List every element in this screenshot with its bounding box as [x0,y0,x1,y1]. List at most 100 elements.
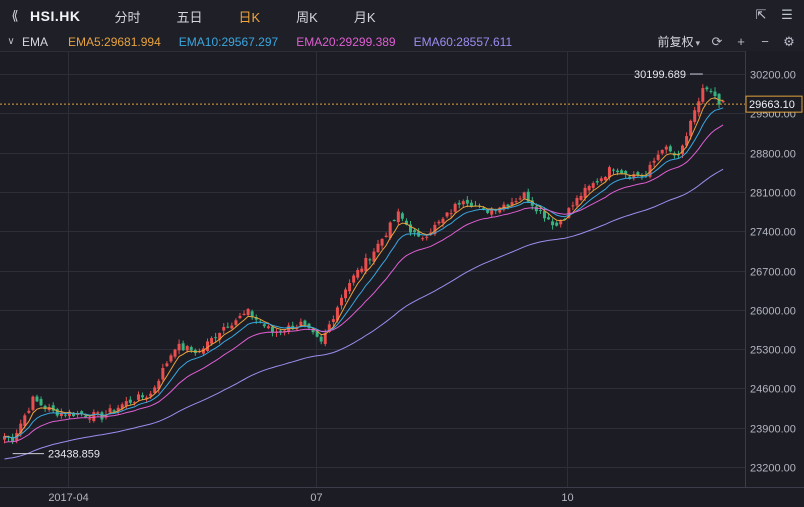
candle-body [465,199,469,204]
candle-body [437,221,441,224]
candle-body [538,209,542,211]
tab-weekly-k[interactable]: 周K [296,7,318,26]
candle-body [230,325,234,329]
candle-body [595,181,599,183]
ema5-value: EMA5:29681.994 [68,34,161,49]
candlestick-chart[interactable]: 30200.0029500.0028800.0028100.0027400.00… [0,51,804,507]
y-tick-label: 28100.00 [750,188,796,200]
candle-body [136,394,140,400]
y-tick-label: 28800.00 [750,149,796,161]
candle-body [656,154,660,160]
ema10-value: EMA10:29567.297 [178,34,279,49]
candle-body [664,146,668,150]
candle-body [421,238,425,240]
candle-body [461,201,465,205]
candle-body [222,327,226,331]
candle-body [128,399,132,403]
tab-daily-k[interactable]: 日K [238,7,260,26]
candle-body [705,87,709,90]
symbol-title: HSI.HK [30,8,81,24]
candle-body [575,197,579,206]
candle-body [547,217,551,220]
plus-icon[interactable]: + [734,34,748,49]
candle-body [441,218,445,223]
candle-body [660,149,664,154]
y-tick-label: 30200.00 [750,70,796,82]
chevron-down-icon[interactable]: ∨ [0,36,22,47]
candle-body [514,201,518,203]
candle-body [396,211,400,223]
candle-body [380,238,384,246]
candle-body [579,195,583,201]
candle-body [242,313,246,315]
candle-body [319,336,323,342]
tab-monthly-k[interactable]: 月K [354,7,376,26]
candle-body [189,347,193,351]
fullscreen-icon[interactable]: ⇱ [754,7,768,22]
candle-body [63,414,67,416]
adjust-dropdown[interactable]: 前复权 ▾ [657,33,700,50]
candle-body [591,183,595,188]
candle-body [522,192,526,199]
candle-body [689,120,693,136]
candle-body [262,324,266,327]
indicator-name[interactable]: EMA [22,35,48,49]
current-price-label: 29663.10 [749,99,795,111]
candle-body [713,91,717,97]
y-tick-label: 25300.00 [750,345,796,357]
x-tick-label: 2017-04 [48,492,88,504]
candle-body [177,343,181,351]
candle-body [352,275,356,283]
candle-body [457,202,461,205]
tab-five-day[interactable]: 五日 [176,7,202,26]
candle-body [246,309,250,316]
candle-body [445,212,449,217]
candle-body [486,210,490,213]
candle-body [364,258,368,272]
candle-body [210,338,214,344]
candle-body [348,283,352,292]
candle-body [238,315,242,319]
candle-body [413,230,417,233]
settings-icon[interactable]: ⚙ [782,34,796,50]
candle-body [603,176,607,181]
x-tick-label: 07 [310,492,322,504]
y-tick-label: 23200.00 [750,463,796,475]
candle-body [124,401,128,407]
candle-body [169,355,173,362]
candle-body [266,326,270,329]
tab-intraday[interactable]: 分时 [114,7,140,26]
refresh-icon[interactable]: ⟳ [710,34,724,50]
candle-body [368,259,372,261]
candle-body [84,415,88,418]
y-tick-label: 26000.00 [750,306,796,318]
candle-body [693,110,697,122]
candle-body [652,160,656,163]
candle-body [425,236,429,238]
candle-body [701,88,705,102]
minus-icon[interactable]: − [758,34,772,49]
candle-body [331,319,335,322]
ema60-value: EMA60:28557.611 [413,34,513,49]
candle-body [616,170,620,173]
menu-icon[interactable]: ☰ [780,7,794,22]
candle-body [181,343,185,351]
candle-body [534,206,538,212]
candle-body [23,415,27,426]
candle-body [721,101,725,103]
candle-body [96,412,100,414]
candle-body [376,243,380,253]
back-icon[interactable]: ⟪ [0,0,30,32]
candle-body [92,412,96,421]
y-tick-label: 26700.00 [750,267,796,279]
top-toolbar: ⟪ HSI.HK 分时 五日 日K 周K 月K ⇱ ☰ [0,0,804,33]
candle-body [39,399,43,406]
low-annotation: 23438.859 [48,449,100,461]
candle-body [88,418,92,420]
candle-body [173,349,177,357]
candle-body [400,213,404,219]
candle-body [453,203,457,212]
y-tick-label: 24600.00 [750,384,796,396]
y-tick-label: 23900.00 [750,424,796,436]
candle-body [360,268,364,273]
